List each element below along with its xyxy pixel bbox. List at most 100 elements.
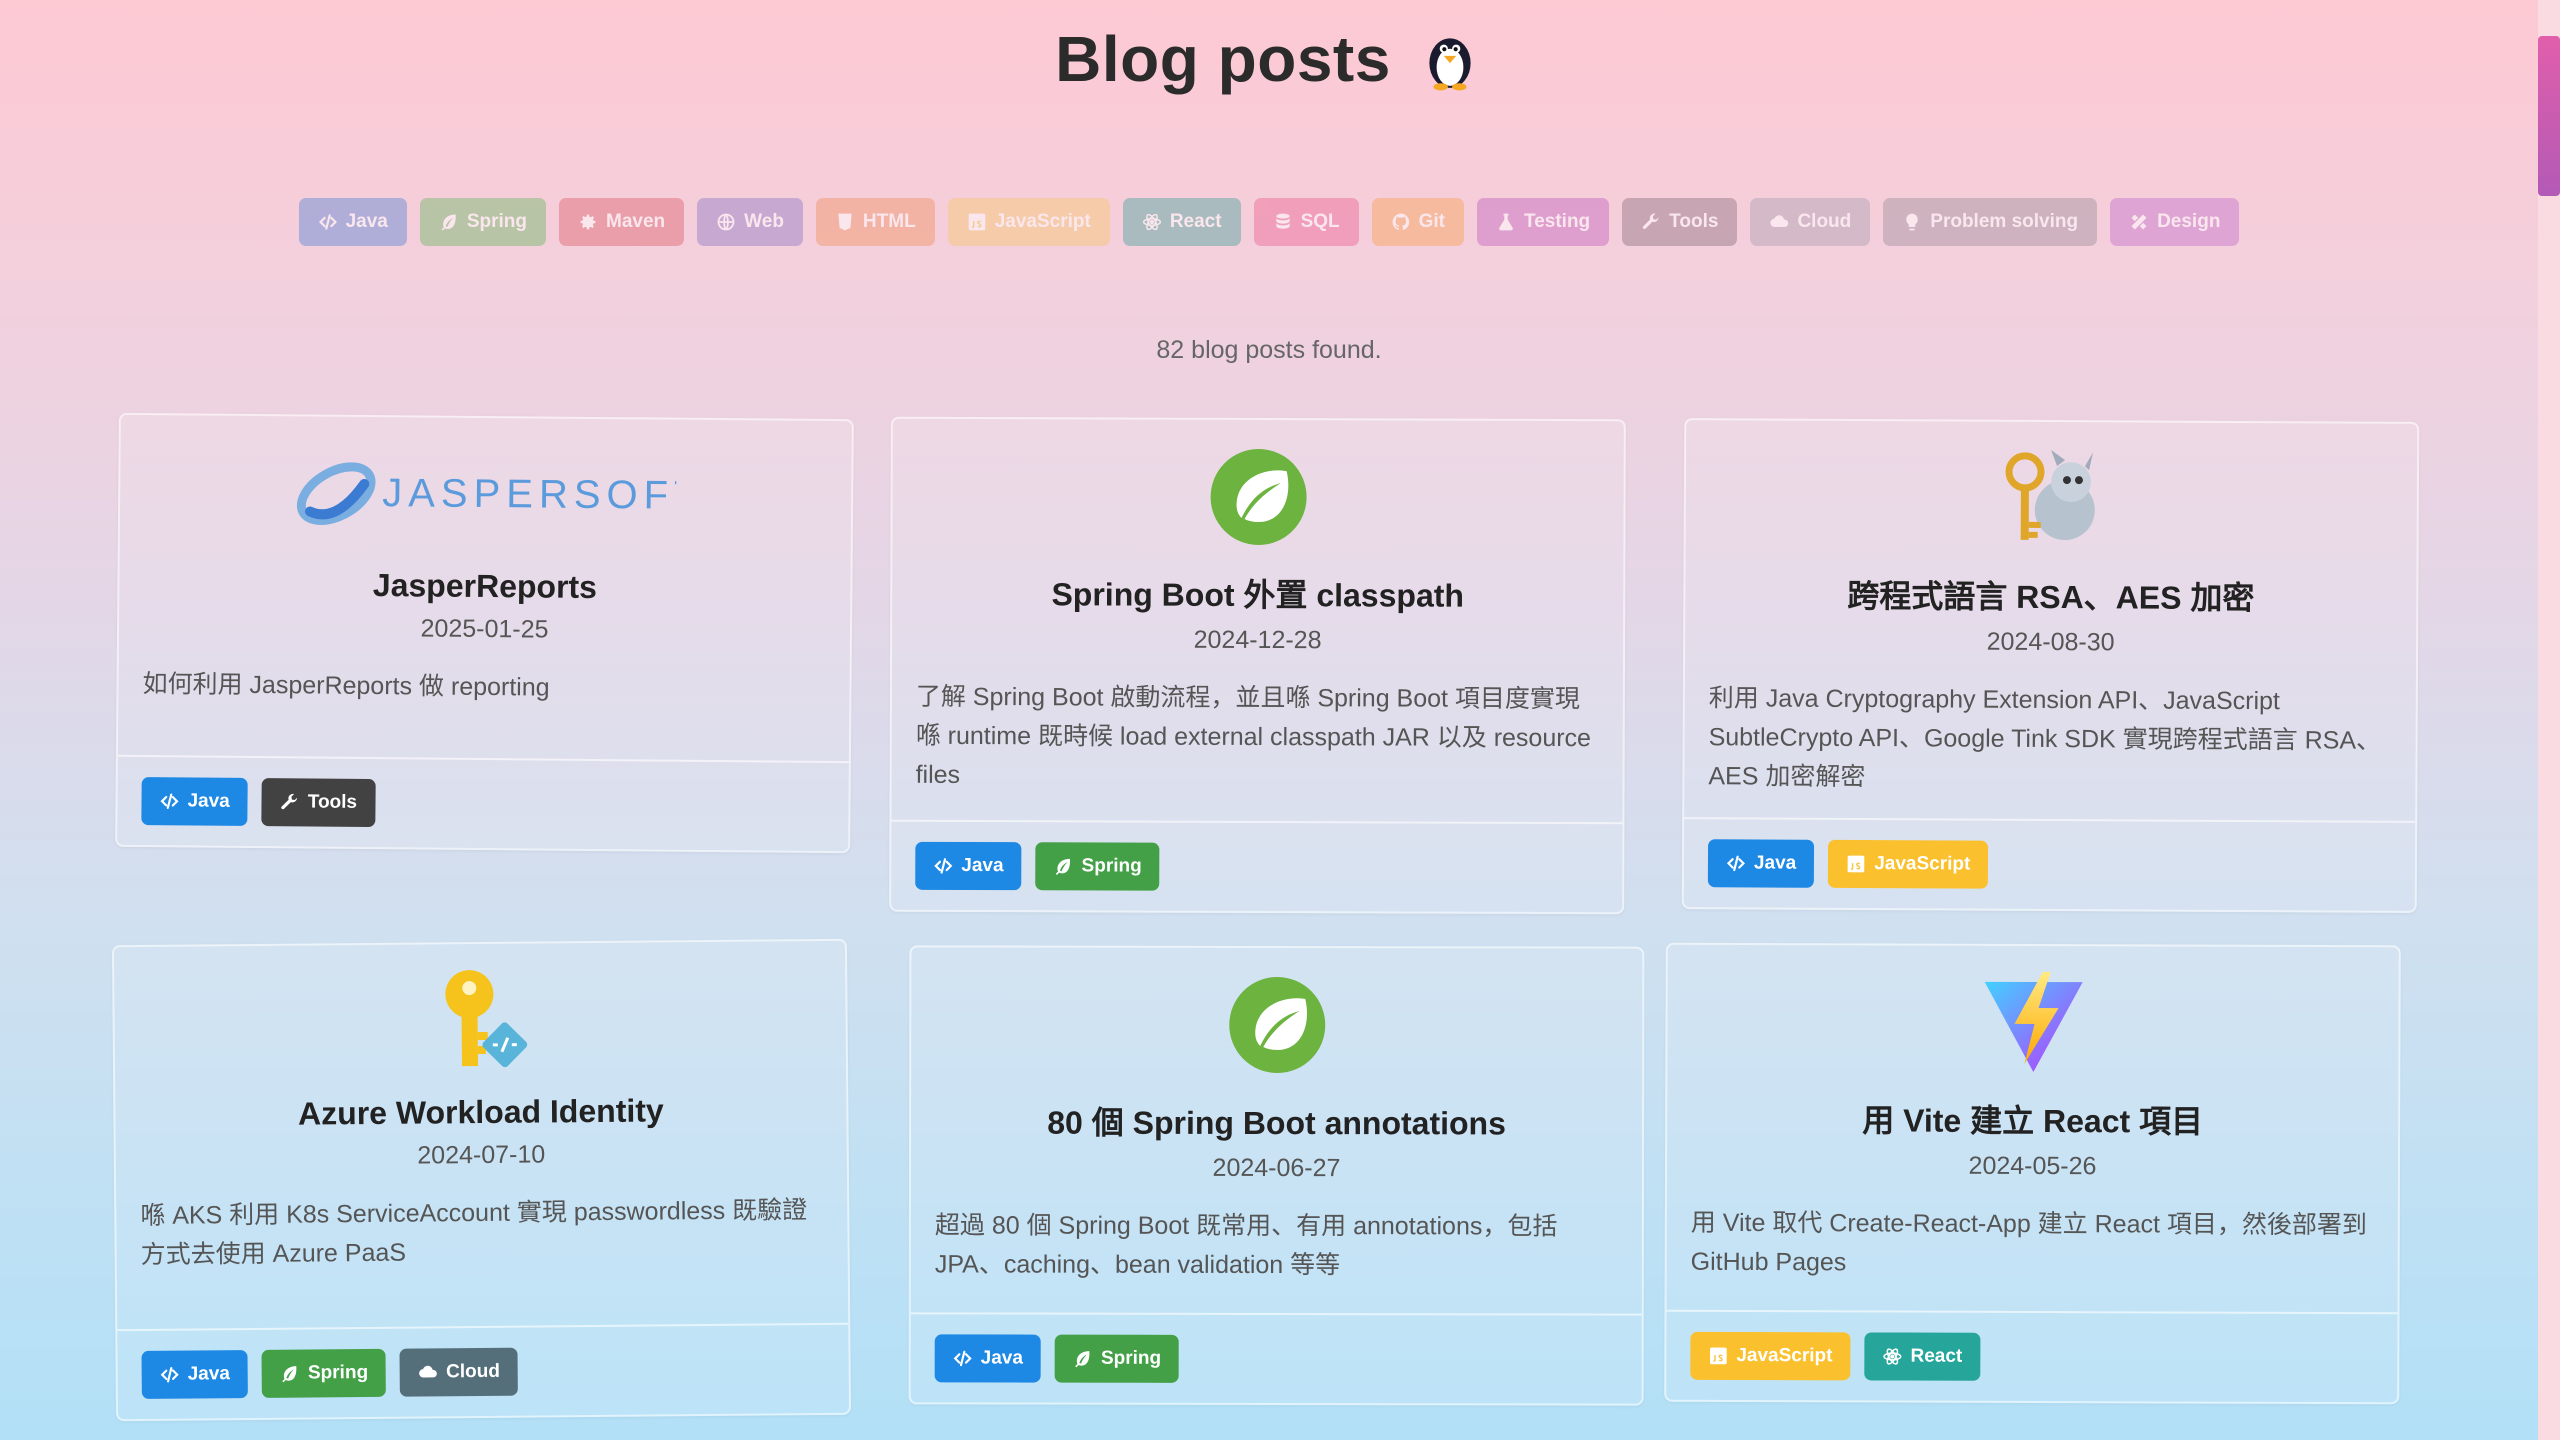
card-title[interactable]: 跨程式語言 RSA、AES 加密 xyxy=(1709,570,2392,620)
card-tag-react[interactable]: React xyxy=(1864,1332,1981,1381)
filter-chip-spring[interactable]: Spring xyxy=(419,198,547,246)
filter-chip-git[interactable]: Git xyxy=(1371,198,1465,246)
filter-chip-java[interactable]: Java xyxy=(298,198,407,246)
filter-chip-javascript[interactable]: JavaScript xyxy=(947,198,1110,246)
card-tag-label: Java xyxy=(980,1347,1023,1369)
spring-logo[interactable] xyxy=(935,969,1618,1080)
filter-chip-web[interactable]: Web xyxy=(697,198,803,246)
card-tag-java[interactable]: Java xyxy=(141,777,249,826)
filter-chip-maven[interactable]: Maven xyxy=(559,198,685,246)
card-date: 2025-01-25 xyxy=(420,614,549,644)
blog-card[interactable]: 80 個 Spring Boot annotations 2024-06-27 超過… xyxy=(908,945,1645,1406)
card-tag-java[interactable]: Java xyxy=(1707,839,1815,889)
filter-chip-tools[interactable]: Tools xyxy=(1622,198,1738,246)
filter-chip-label: Problem solving xyxy=(1930,211,2079,232)
card-date: 2024-05-26 xyxy=(1968,1151,2097,1181)
card-title[interactable]: Azure Workload Identity xyxy=(139,1091,822,1134)
card-tag-spring[interactable]: Spring xyxy=(261,1348,387,1398)
card-tag-java[interactable]: Java xyxy=(915,841,1022,891)
page: Blog posts Java Spring Maven Web HTML JavaScr… xyxy=(0,0,2538,1440)
flask-icon xyxy=(1496,212,1516,232)
leaf-icon xyxy=(280,1364,300,1384)
card-tags: Java Spring xyxy=(910,1312,1642,1404)
leaf-icon xyxy=(1073,1349,1093,1369)
svg-text:JASPERSOFT: JASPERSOFT xyxy=(382,471,677,518)
card-tag-label: Java xyxy=(187,790,230,812)
card-tag-javascript[interactable]: JavaScript xyxy=(1690,1331,1851,1381)
filter-chip-problem-solving[interactable]: Problem solving xyxy=(1883,198,2098,246)
spring-logo[interactable] xyxy=(916,441,1599,553)
filter-chip-html[interactable]: HTML xyxy=(815,198,935,246)
code-icon xyxy=(159,791,179,811)
filter-chip-label: Maven xyxy=(606,211,666,232)
github-icon xyxy=(1391,212,1411,232)
lightbulb-icon xyxy=(1902,212,1922,232)
card-description: 超過 80 個 Spring Boot 既常用、有用 annotations，包… xyxy=(934,1211,1558,1279)
gear-icon xyxy=(578,212,598,232)
filter-chip-sql[interactable]: SQL xyxy=(1253,198,1359,246)
scrollbar-thumb[interactable] xyxy=(2538,36,2560,196)
card-tags: Java JavaScript xyxy=(1683,817,2416,912)
card-date: 2024-12-28 xyxy=(1193,625,1322,655)
card-body: Azure Workload Identity 2024-07-10 喺 AKS 利… xyxy=(114,941,848,1329)
code-icon xyxy=(1726,854,1746,874)
card-tag-java[interactable]: Java xyxy=(934,1334,1042,1383)
card-title[interactable]: 80 個 Spring Boot annotations xyxy=(935,1097,1618,1144)
card-body: Spring Boot 外置 classpath 2024-12-28 了解 Spr… xyxy=(891,419,1623,823)
blog-card[interactable]: 用 Vite 建立 React 項目 2024-05-26 用 Vite 取代 Cr… xyxy=(1664,942,2401,1405)
card-tag-cloud[interactable]: Cloud xyxy=(399,1347,519,1397)
filter-chip-cloud[interactable]: Cloud xyxy=(1750,198,1871,246)
filter-chip-label: Tools xyxy=(1669,211,1719,232)
database-icon xyxy=(1273,212,1293,232)
key-dragon-illustration[interactable] xyxy=(1710,442,2394,556)
card-title[interactable]: 用 Vite 建立 React 項目 xyxy=(1691,1095,2374,1143)
blog-card[interactable]: 跨程式語言 RSA、AES 加密 2024-08-30 利用 Java Crypto… xyxy=(1681,418,2420,914)
card-tag-spring[interactable]: Spring xyxy=(1054,1334,1180,1383)
card-title[interactable]: JasperReports xyxy=(143,565,826,608)
globe-icon xyxy=(716,212,736,232)
card-body: 80 個 Spring Boot annotations 2024-06-27 超過… xyxy=(911,947,1643,1313)
filter-chip-label: Design xyxy=(2157,211,2221,232)
jaspersoft-logo[interactable]: JASPERSOFT xyxy=(144,437,828,553)
card-tag-spring[interactable]: Spring xyxy=(1035,842,1160,891)
atom-icon xyxy=(1882,1346,1902,1366)
filter-chip-label: Spring xyxy=(466,211,528,232)
card-title[interactable]: Spring Boot 外置 classpath xyxy=(916,569,1599,617)
card-description: 如何利用 JasperReports 做 reporting xyxy=(142,670,550,702)
leaf-icon xyxy=(1054,856,1074,876)
card-tag-tools[interactable]: Tools xyxy=(261,778,376,828)
card-tags: Java Spring xyxy=(891,819,1623,913)
blog-card[interactable]: JASPERSOFT JasperReports 2025-01-25 如何利用 J… xyxy=(115,412,854,854)
code-icon xyxy=(953,1348,973,1368)
filter-chip-react[interactable]: React xyxy=(1122,198,1241,246)
filter-chip-label: SQL xyxy=(1300,211,1340,232)
blog-card[interactable]: Azure Workload Identity 2024-07-10 喺 AKS 利… xyxy=(111,938,852,1422)
card-tag-label: Tools xyxy=(307,791,358,813)
blog-card[interactable]: Spring Boot 外置 classpath 2024-12-28 了解 Spr… xyxy=(889,416,1626,915)
card-tags: JavaScript React xyxy=(1666,1309,2398,1403)
filter-chip-label: Cloud xyxy=(1797,211,1852,232)
card-tag-javascript[interactable]: JavaScript xyxy=(1828,840,1989,889)
card-tag-java[interactable]: Java xyxy=(141,1350,249,1399)
card-body: 跨程式語言 RSA、AES 加密 2024-08-30 利用 Java Crypto… xyxy=(1684,420,2417,821)
azure-key-icon[interactable] xyxy=(138,963,822,1079)
filter-chip-design[interactable]: Design xyxy=(2110,198,2240,246)
card-tag-label: JavaScript xyxy=(1874,853,1971,875)
card-date: 2024-08-30 xyxy=(1986,627,2115,657)
card-description: 利用 Java Cryptography Extension API、JavaS… xyxy=(1708,684,2382,791)
card-date: 2024-07-10 xyxy=(417,1140,546,1170)
js-icon xyxy=(1708,1346,1728,1366)
card-tag-label: React xyxy=(1910,1345,1963,1367)
card-tag-label: JavaScript xyxy=(1736,1344,1833,1367)
filter-chip-testing[interactable]: Testing xyxy=(1477,198,1610,246)
card-description: 喺 AKS 利用 K8s ServiceAccount 實現 passwordl… xyxy=(140,1196,808,1269)
filter-chip-label: HTML xyxy=(862,211,916,232)
js-icon xyxy=(1846,854,1866,874)
filter-chip-label: Java xyxy=(345,211,388,232)
vite-logo[interactable] xyxy=(1691,967,2374,1079)
cloud-icon xyxy=(418,1362,438,1382)
filter-chip-label: Git xyxy=(1418,211,1446,232)
card-date: 2024-06-27 xyxy=(1212,1153,1341,1183)
scrollbar[interactable] xyxy=(2538,0,2560,1440)
card-body: JASPERSOFT JasperReports 2025-01-25 如何利用 J… xyxy=(118,415,852,761)
